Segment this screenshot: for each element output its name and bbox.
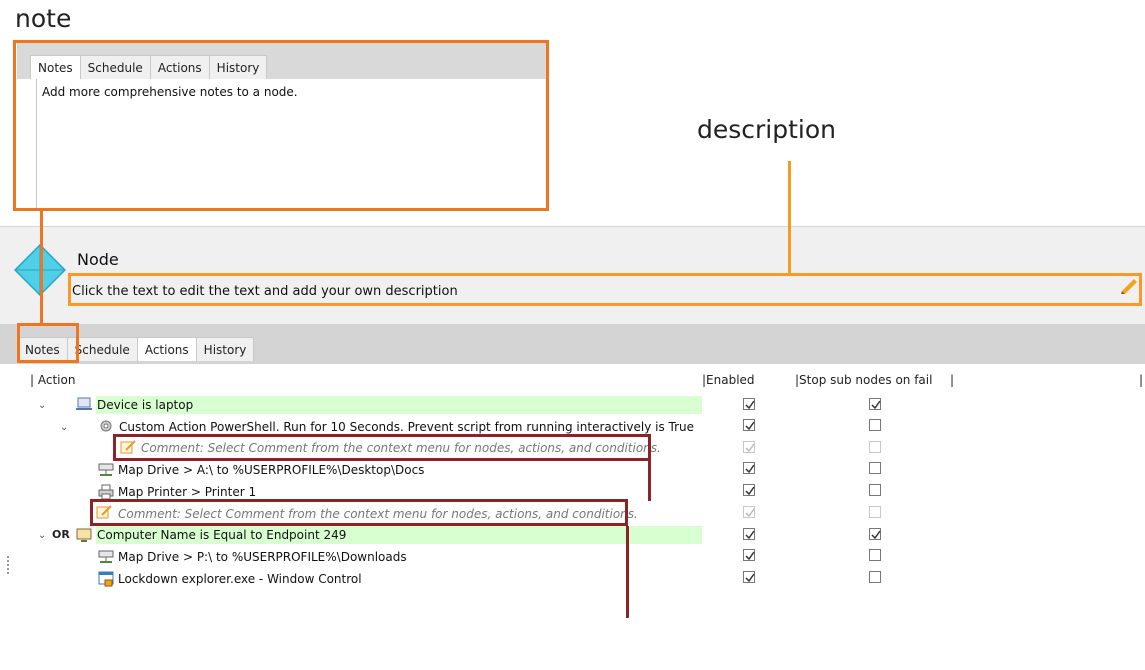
notes-tab-callout-box (17, 323, 79, 363)
enabled-checkbox[interactable] (743, 398, 755, 410)
laptop-icon (76, 397, 92, 410)
note-callout-box (13, 40, 549, 211)
description-callout-line (788, 161, 791, 273)
enabled-checkbox[interactable] (743, 549, 755, 561)
enabled-checkbox[interactable] (743, 528, 755, 540)
enabled-checkbox[interactable] (743, 506, 755, 518)
computer-icon (76, 528, 92, 542)
comment-callout-box (90, 499, 628, 526)
gear-icon (100, 420, 112, 432)
column-header-end: | (1139, 373, 1144, 387)
enabled-checkbox[interactable] (743, 484, 755, 496)
network-drive-icon (98, 550, 114, 563)
chevron-down-icon[interactable]: ⌄ (60, 422, 68, 433)
column-header-action[interactable]: | Action (30, 373, 75, 387)
enabled-checkbox[interactable] (743, 462, 755, 474)
table-row[interactable]: Device is laptop (97, 398, 193, 412)
table-row[interactable]: Map Drive > A:\ to %USERPROFILE%\Desktop… (118, 463, 424, 477)
enabled-checkbox[interactable] (743, 441, 755, 453)
column-header-stop-sub-nodes[interactable]: |Stop sub nodes on fail (795, 373, 932, 387)
table-row[interactable]: Custom Action PowerShell. Run for 10 Sec… (119, 420, 694, 434)
comment-callout-line (648, 461, 651, 501)
node-title: Node (77, 250, 119, 269)
tab-history[interactable]: History (195, 337, 255, 361)
stop-sub-nodes-checkbox[interactable] (869, 441, 881, 453)
note-callout-line (40, 211, 43, 323)
table-row[interactable]: Computer Name is Equal to Endpoint 249 (97, 528, 346, 542)
description-callout-label: description (697, 115, 837, 144)
chevron-down-icon[interactable]: ⌄ (38, 530, 46, 541)
stop-sub-nodes-checkbox[interactable] (869, 398, 881, 410)
stop-sub-nodes-checkbox[interactable] (869, 419, 881, 431)
tab-actions[interactable]: Actions (136, 337, 197, 361)
network-drive-icon (98, 463, 114, 476)
table-row[interactable]: Lockdown explorer.exe - Window Control (118, 572, 362, 586)
stop-sub-nodes-checkbox[interactable] (869, 506, 881, 518)
enabled-checkbox[interactable] (743, 419, 755, 431)
splitter-handle[interactable] (7, 556, 9, 574)
column-header-separator: | (950, 373, 955, 387)
table-row[interactable]: Map Printer > Printer 1 (118, 485, 256, 499)
printer-icon (98, 484, 114, 500)
grid-header: | Action |Enabled |Stop sub nodes on fai… (0, 371, 1145, 389)
stop-sub-nodes-checkbox[interactable] (869, 528, 881, 540)
enabled-checkbox[interactable] (743, 571, 755, 583)
comment-callout-line (626, 526, 629, 618)
chevron-down-icon[interactable]: ⌄ (38, 400, 46, 411)
comment-callout-box (113, 434, 651, 461)
window-lock-icon (98, 571, 114, 587)
stop-sub-nodes-checkbox[interactable] (869, 549, 881, 561)
or-operator-label: OR (52, 528, 70, 541)
column-header-enabled[interactable]: |Enabled (702, 373, 755, 387)
stop-sub-nodes-checkbox[interactable] (869, 484, 881, 496)
stop-sub-nodes-checkbox[interactable] (869, 462, 881, 474)
table-row[interactable]: Map Drive > P:\ to %USERPROFILE%\Downloa… (118, 550, 407, 564)
note-callout-label: note (15, 4, 72, 33)
description-callout-box (68, 273, 1142, 306)
stop-sub-nodes-checkbox[interactable] (869, 571, 881, 583)
